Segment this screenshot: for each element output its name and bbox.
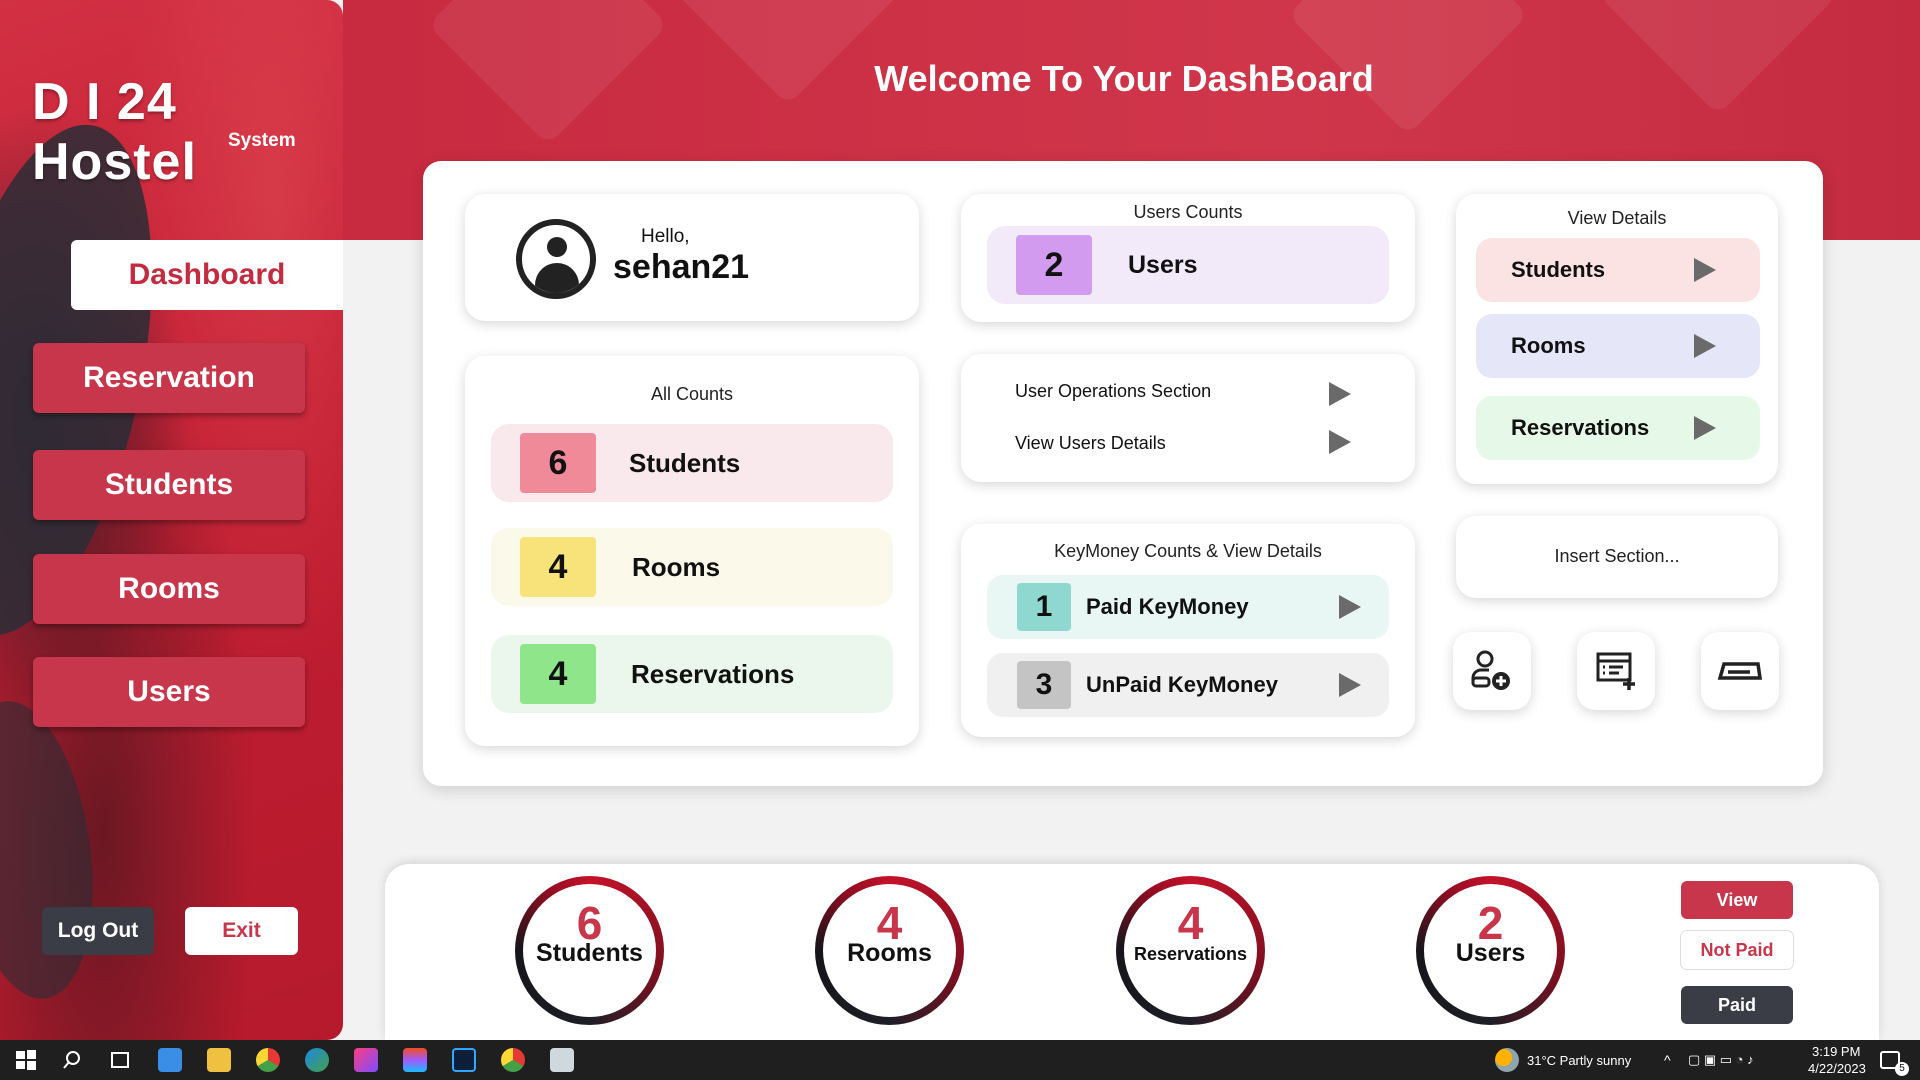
view-label: Reservations [1511, 415, 1650, 440]
user-operations-link[interactable]: User Operations Section [1015, 381, 1211, 402]
sidebar-item-students[interactable]: Students [33, 450, 305, 520]
count-label: Users [1128, 250, 1198, 279]
app-logo-subtitle: System [228, 130, 296, 151]
play-icon[interactable] [1329, 430, 1351, 454]
tray-chevron-icon[interactable]: ^ [1664, 1052, 1671, 1068]
clock-time[interactable]: 3:19 PM [1812, 1044, 1860, 1059]
weather-text[interactable]: 31°C Partly sunny [1527, 1053, 1631, 1068]
view-reservations-button[interactable]: Reservations [1476, 396, 1760, 460]
greeting-text: Hello, [641, 226, 690, 247]
keymoney-title: KeyMoney Counts & View Details [1054, 541, 1322, 561]
card-icon[interactable] [1701, 632, 1779, 710]
keymoney-row-paid[interactable]: 1 Paid KeyMoney [987, 575, 1389, 639]
count-badge: 4 [520, 644, 596, 704]
user-operations-card [961, 354, 1415, 482]
not-paid-button[interactable]: Not Paid [1681, 931, 1793, 969]
count-badge: 2 [1016, 235, 1092, 295]
intellij-icon[interactable] [354, 1048, 378, 1072]
summary-ring-students: 6 Students [515, 876, 664, 1025]
all-counts-title: All Counts [650, 384, 734, 404]
view-details-title: View Details [1567, 208, 1667, 228]
play-icon[interactable] [1329, 382, 1351, 406]
sidebar-item-rooms[interactable]: Rooms [33, 554, 305, 624]
view-students-button[interactable]: Students [1476, 238, 1760, 302]
app-logo: D I 24 Hostel [32, 73, 197, 191]
play-icon [1694, 416, 1716, 440]
keymoney-label: UnPaid KeyMoney [1086, 672, 1278, 697]
summary-label: Students [536, 939, 643, 967]
play-icon[interactable] [1339, 595, 1361, 619]
taskbar: 31°C Partly sunny ^ ▢ ▣ ▭ ◔ ♪ 3:19 PM 4/… [0, 1040, 1920, 1080]
summary-ring-rooms: 4 Rooms [815, 876, 964, 1025]
username: sehan21 [613, 248, 750, 286]
count-badge: 1 [1017, 583, 1071, 631]
count-badge: 4 [520, 537, 596, 597]
task-view-icon[interactable] [108, 1048, 132, 1072]
count-label: Rooms [632, 551, 721, 582]
chrome-icon[interactable] [256, 1048, 280, 1072]
count-row-rooms: 4 Rooms [491, 528, 893, 606]
count-row-users: 2 Users [987, 226, 1389, 304]
logout-button[interactable]: Log Out [42, 907, 154, 955]
summary-label: Reservations [1133, 944, 1248, 964]
tray-icons[interactable]: ▢ ▣ ▭ ◔ ♪ [1688, 1052, 1754, 1068]
paid-button[interactable]: Paid [1681, 986, 1793, 1024]
count-label: Reservations [631, 658, 795, 689]
view-users-link[interactable]: View Users Details [1015, 433, 1166, 454]
sidebar: D I 24 Hostel System Dashboard Reservati… [0, 0, 343, 1040]
play-icon[interactable] [1339, 673, 1361, 697]
count-badge: 6 [520, 433, 596, 493]
app-icon[interactable] [158, 1048, 182, 1072]
count-badge: 3 [1017, 661, 1071, 709]
summary-count: 4 [1177, 897, 1204, 949]
chrome-profile-icon[interactable] [501, 1048, 525, 1072]
file-explorer-icon[interactable] [207, 1048, 231, 1072]
users-counts-title: Users Counts [1133, 202, 1243, 222]
avatar-icon [516, 219, 596, 299]
edge-icon[interactable] [305, 1048, 329, 1072]
summary-ring-reservations: 4 Reservations [1116, 876, 1265, 1025]
summary-label: Users [1455, 939, 1526, 967]
view-label: Rooms [1511, 333, 1586, 358]
keymoney-row-unpaid[interactable]: 3 UnPaid KeyMoney [987, 653, 1389, 717]
exit-button[interactable]: Exit [185, 907, 298, 955]
add-user-icon[interactable] [1453, 632, 1531, 710]
java-app-icon[interactable] [550, 1048, 574, 1072]
view-rooms-button[interactable]: Rooms [1476, 314, 1760, 378]
sidebar-item-reservation[interactable]: Reservation [33, 343, 305, 413]
photoshop-icon[interactable] [452, 1048, 476, 1072]
view-label: Students [1511, 257, 1606, 282]
keymoney-label: Paid KeyMoney [1086, 594, 1249, 619]
insert-section-label: Insert Section... [1554, 546, 1680, 566]
page-title: Welcome To Your DashBoard [874, 58, 1374, 99]
count-row-students: 6 Students [491, 424, 893, 502]
play-icon [1694, 258, 1716, 282]
figma-icon[interactable] [403, 1048, 427, 1072]
view-button[interactable]: View [1681, 881, 1793, 919]
count-label: Students [629, 447, 741, 478]
sidebar-item-users[interactable]: Users [33, 657, 305, 727]
sidebar-item-dashboard[interactable]: Dashboard [71, 240, 343, 310]
summary-label: Rooms [847, 939, 932, 967]
windows-start-icon[interactable] [14, 1048, 38, 1072]
count-row-reservations: 4 Reservations [491, 635, 893, 713]
weather-icon [1495, 1048, 1519, 1072]
add-list-icon[interactable] [1577, 632, 1655, 710]
insert-section-card: Insert Section... [1456, 516, 1778, 598]
notification-count: 5 [1895, 1062, 1909, 1076]
sidebar-decoration [0, 692, 111, 1008]
summary-ring-users: 2 Users [1416, 876, 1565, 1025]
search-icon[interactable] [60, 1048, 84, 1072]
play-icon [1694, 334, 1716, 358]
clock-date[interactable]: 4/22/2023 [1808, 1061, 1866, 1076]
